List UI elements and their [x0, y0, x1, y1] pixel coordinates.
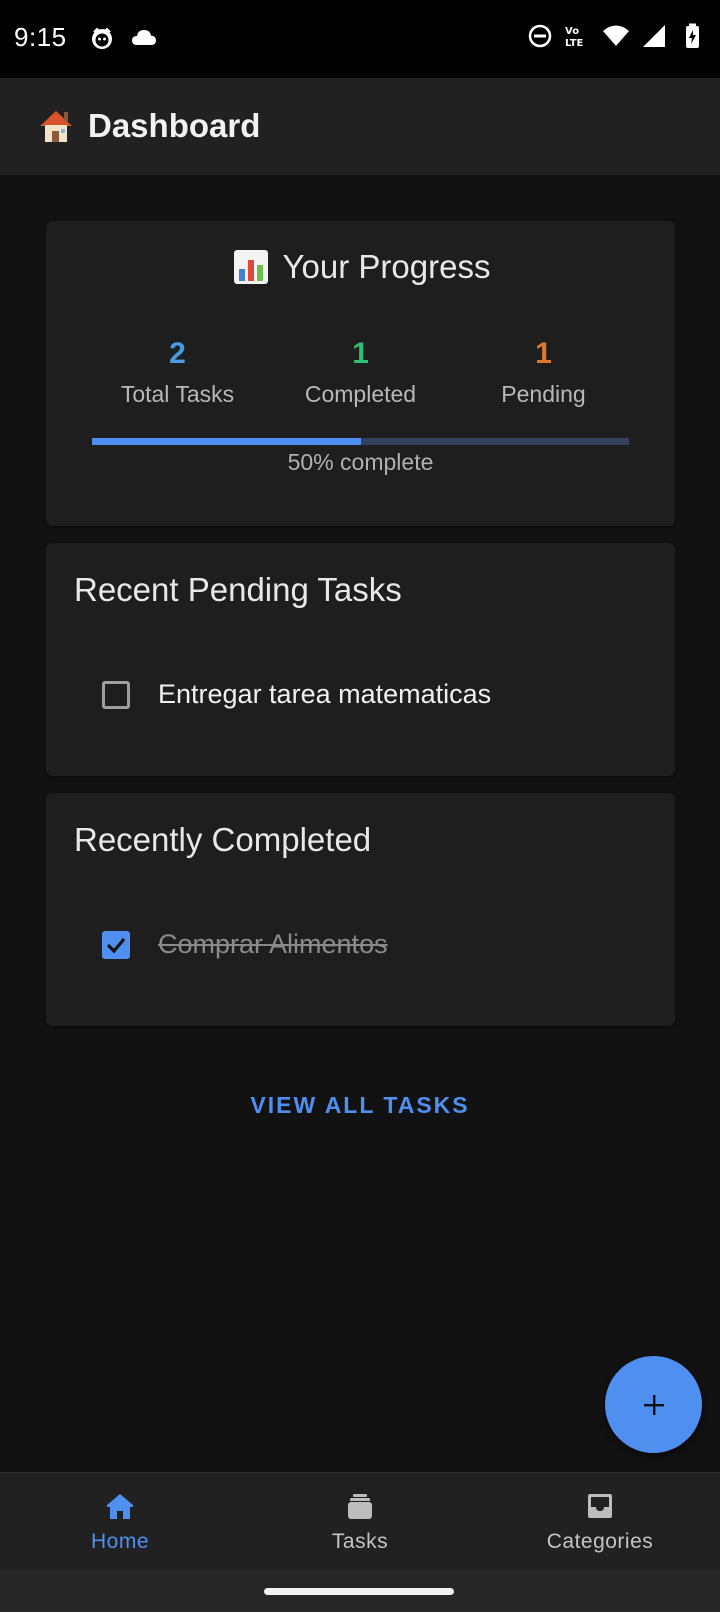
bar-chart-icon	[233, 250, 268, 284]
stat-label: Total Tasks	[120, 381, 235, 407]
progress-card: Your Progress 2 Total Tasks 1 Completed …	[46, 221, 675, 526]
completed-section-title: Recently Completed	[74, 821, 372, 858]
svg-text:Vo: Vo	[565, 26, 579, 37]
task-checkbox[interactable]	[102, 930, 130, 959]
nav-item-tasks[interactable]: Tasks	[240, 1473, 480, 1571]
nav-item-home[interactable]: Home	[0, 1473, 240, 1571]
task-row[interactable]: Entregar tarea matematicas	[102, 679, 491, 710]
gesture-handle[interactable]	[264, 1588, 454, 1595]
stat-label: Completed	[304, 381, 417, 407]
inbox-icon	[588, 1494, 612, 1518]
completed-tasks-card: Recently Completed Comprar Alimentos	[46, 793, 675, 1026]
nav-item-categories[interactable]: Categories	[480, 1473, 720, 1571]
pending-section-title: Recent Pending Tasks	[74, 571, 402, 608]
stat-completed: 1 Completed	[269, 337, 452, 408]
add-task-button[interactable]	[605, 1356, 702, 1453]
volte-icon: Vo LTE	[565, 26, 584, 49]
signal-icon	[643, 25, 665, 47]
wifi-icon	[603, 25, 629, 46]
face-icon	[92, 27, 112, 49]
task-row[interactable]: Comprar Alimentos	[102, 929, 388, 960]
nav-label: Tasks	[331, 1530, 389, 1553]
stat-value: 1	[352, 337, 369, 370]
app-bar: Dashboard	[0, 78, 720, 175]
page-title: Dashboard	[36, 106, 260, 146]
progress-title: Your Progress	[46, 247, 675, 287]
stat-label: Pending	[501, 381, 586, 407]
pending-tasks-card: Recent Pending Tasks Entregar tarea mate…	[46, 543, 675, 776]
stat-total: 2 Total Tasks	[86, 337, 269, 408]
task-label: Comprar Alimentos	[158, 929, 388, 959]
stat-pending: 1 Pending	[452, 337, 635, 408]
nav-label: Home	[90, 1530, 150, 1553]
stats-row: 2 Total Tasks 1 Completed 1 Pending	[86, 337, 635, 408]
tasks-stack-icon	[348, 1494, 372, 1519]
stat-value: 1	[535, 337, 552, 370]
battery-icon	[686, 23, 699, 48]
progress-bar-fill	[92, 438, 361, 445]
stat-value: 2	[169, 337, 186, 370]
status-time: 9:15	[14, 22, 67, 52]
house-icon	[40, 111, 72, 142]
plus-icon	[643, 1394, 664, 1415]
task-checkbox[interactable]	[102, 680, 130, 709]
progress-bar	[92, 438, 629, 445]
status-bar: 9:15 Vo LTE	[0, 0, 720, 78]
check-icon	[106, 937, 126, 953]
app-title-text: Dashboard	[88, 107, 261, 144]
progress-text: 50% complete	[287, 449, 434, 475]
svg-text:LTE: LTE	[565, 38, 584, 49]
cloud-icon	[132, 30, 156, 45]
home-icon	[107, 1494, 133, 1519]
bottom-navigation: Home Tasks Categories	[0, 1472, 720, 1571]
system-navigation-bar	[0, 1570, 720, 1612]
view-all-tasks-button[interactable]: VIEW ALL TASKS	[0, 1092, 720, 1119]
do-not-disturb-icon	[528, 24, 552, 48]
task-label: Entregar tarea matematicas	[158, 679, 492, 709]
nav-label: Categories	[546, 1530, 654, 1553]
progress-title-text: Your Progress	[282, 248, 491, 285]
